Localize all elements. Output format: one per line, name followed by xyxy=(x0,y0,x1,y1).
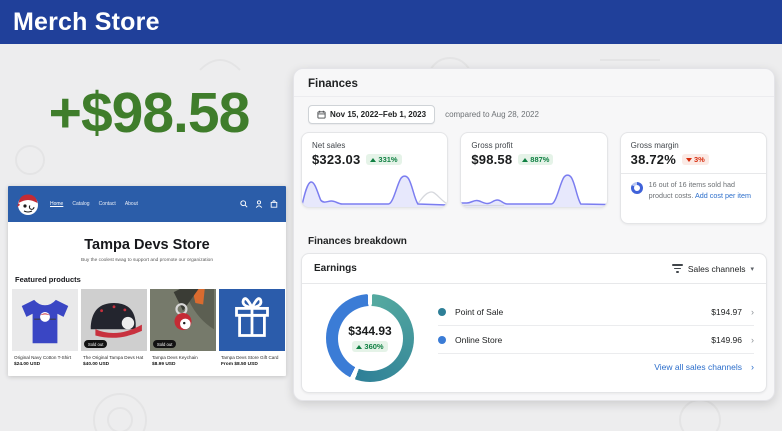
metric-label: Gross profit xyxy=(471,141,596,150)
online-store-dot xyxy=(438,336,446,344)
product-card-tshirt[interactable]: Original Navy Cotton T-Shirt $24.00 USD xyxy=(12,289,78,367)
sales-channels-dropdown[interactable]: Sales channels ▾ xyxy=(672,264,754,274)
metric-value: $98.58 xyxy=(471,152,512,167)
filter-icon xyxy=(672,264,683,272)
calendar-icon xyxy=(317,110,326,119)
metric-label: Net sales xyxy=(312,141,437,150)
chevron-right-icon: › xyxy=(751,362,754,372)
chevron-right-icon: › xyxy=(751,335,754,345)
store-nav-catalog[interactable]: Catalog xyxy=(72,201,89,207)
product-name: The Original Tampa Devs Hat xyxy=(81,355,147,360)
compared-to-label: compared to Aug 28, 2022 xyxy=(445,110,539,119)
chevron-down-icon: ▾ xyxy=(750,265,754,273)
featured-products-heading: Featured products xyxy=(15,275,286,284)
finances-panel: Finances Nov 15, 2022–Feb 1, 2023 compar… xyxy=(293,68,775,401)
tshirt-image xyxy=(12,289,78,351)
up-arrow-icon xyxy=(356,345,362,349)
add-cost-link[interactable]: Add cost per item xyxy=(695,191,751,200)
store-nav-about[interactable]: About xyxy=(125,201,138,207)
date-range-button[interactable]: Nov 15, 2022–Feb 1, 2023 xyxy=(308,105,435,124)
app-header: Merch Store xyxy=(0,0,782,44)
store-nav-links: Home Catalog Contact About xyxy=(50,201,138,207)
net-sales-card[interactable]: Net sales $323.03 331% xyxy=(301,132,448,208)
finances-heading: Finances xyxy=(294,69,774,97)
view-all-sales-channels-link[interactable]: View all sales channels xyxy=(654,362,742,372)
metric-value: 38.72% xyxy=(631,152,676,167)
earnings-heading: Earnings xyxy=(314,263,672,274)
product-name: Tampa Devs Keychain xyxy=(150,355,216,360)
gross-profit-card[interactable]: Gross profit $98.58 887% xyxy=(460,132,607,208)
cost-progress-icon xyxy=(631,182,643,194)
delta-badge: 331% xyxy=(366,154,401,165)
gross-profit-sparkline xyxy=(461,167,606,207)
earnings-total: $344.93 xyxy=(348,324,391,338)
channel-row-point-of-sale[interactable]: Point of Sale $194.97 › xyxy=(438,298,754,326)
account-icon[interactable] xyxy=(255,200,263,208)
store-subtitle: Buy the coolest swag to support and prom… xyxy=(8,258,286,263)
store-title: Tampa Devs Store xyxy=(8,237,286,253)
highlight-amount: +$98.58 xyxy=(8,80,290,146)
earnings-delta-badge: 360% xyxy=(352,341,387,352)
product-name: Original Navy Cotton T-Shirt xyxy=(12,355,78,360)
store-navbar: Home Catalog Contact About xyxy=(8,186,286,222)
earnings-donut-chart: $344.93 360% xyxy=(326,294,414,382)
up-arrow-icon xyxy=(370,158,376,162)
point-of-sale-dot xyxy=(438,308,446,316)
product-card-hat[interactable]: Sold out The Original Tampa Devs Hat $40… xyxy=(81,289,147,367)
pirate-logo-icon xyxy=(16,192,40,216)
product-price: $8.99 USD xyxy=(150,362,216,367)
earnings-card: Earnings Sales channels ▾ $344.93 360% xyxy=(301,253,767,393)
delta-badge: 3% xyxy=(682,154,709,165)
product-card-giftcard[interactable]: Tampa Devs Store Gift Card From $8.50 US… xyxy=(219,289,285,367)
chevron-right-icon: › xyxy=(751,307,754,317)
finances-breakdown-heading: Finances breakdown xyxy=(308,236,760,247)
store-nav-contact[interactable]: Contact xyxy=(99,201,116,207)
product-name: Tampa Devs Store Gift Card xyxy=(219,355,285,360)
product-price: $40.00 USD xyxy=(81,362,147,367)
featured-products-row: Original Navy Cotton T-Shirt $24.00 USD … xyxy=(8,284,286,367)
soldout-badge: Sold out xyxy=(84,340,107,348)
gross-margin-card[interactable]: Gross margin 38.72% 3% 16 out of 16 item… xyxy=(620,132,767,224)
product-card-keychain[interactable]: Sold out Tampa Devs Keychain $8.99 USD xyxy=(150,289,216,367)
product-price: $24.00 USD xyxy=(12,362,78,367)
page-title: Merch Store xyxy=(13,8,160,37)
storefront-screenshot: Home Catalog Contact About xyxy=(8,186,286,376)
gift-icon xyxy=(219,289,285,351)
soldout-badge: Sold out xyxy=(153,340,176,348)
net-sales-sparkline xyxy=(302,167,447,207)
cost-note: 16 out of 16 items sold had product cost… xyxy=(649,180,756,202)
cart-icon[interactable] xyxy=(270,200,278,208)
down-arrow-icon xyxy=(686,158,692,162)
metric-value: $323.03 xyxy=(312,152,360,167)
store-nav-home[interactable]: Home xyxy=(50,201,63,207)
metric-label: Gross margin xyxy=(631,141,756,150)
up-arrow-icon xyxy=(522,158,528,162)
product-price: From $8.50 USD xyxy=(219,362,285,367)
delta-badge: 887% xyxy=(518,154,553,165)
search-icon[interactable] xyxy=(240,200,248,208)
date-range-label: Nov 15, 2022–Feb 1, 2023 xyxy=(330,110,426,119)
channel-row-online-store[interactable]: Online Store $149.96 › xyxy=(438,326,754,354)
